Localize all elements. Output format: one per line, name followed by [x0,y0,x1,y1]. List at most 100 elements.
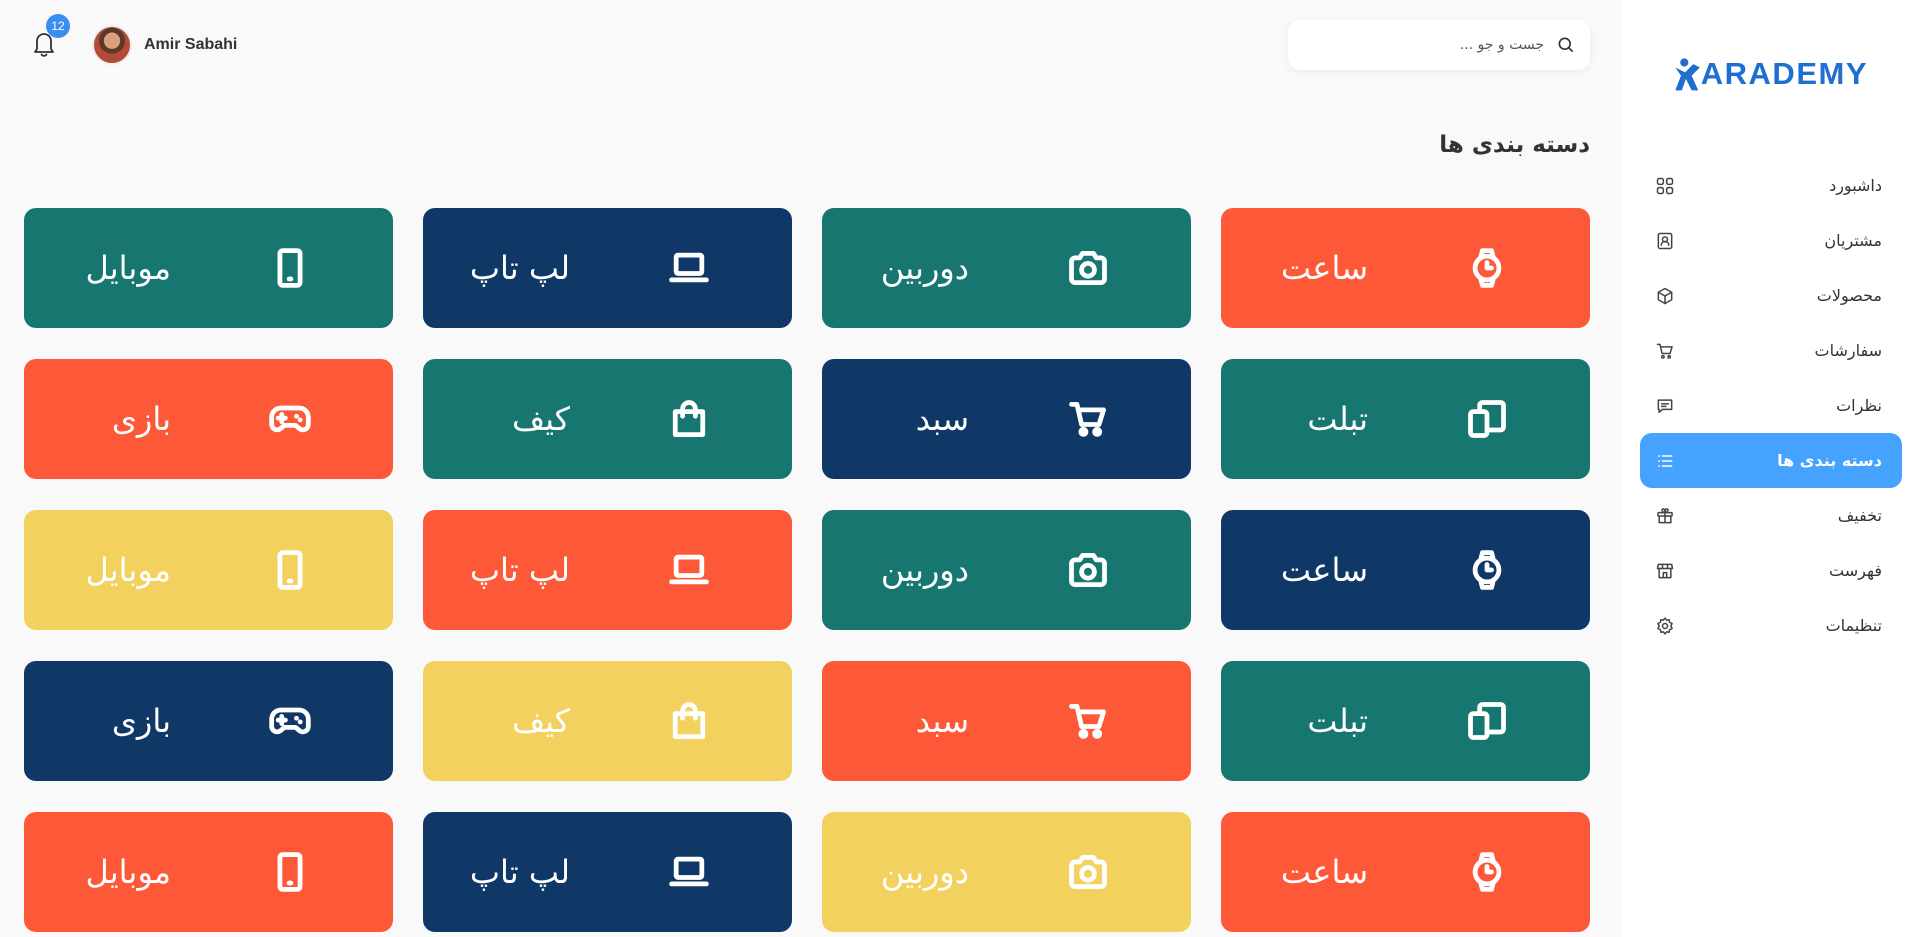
sidebar: ARADEMY داشبورد مشتریان محصولات سفارشات نظرا… [1622,0,1920,937]
category-card[interactable]: کیف [423,359,792,479]
category-card[interactable]: بازی [24,661,393,781]
category-label: موبایل [85,551,171,589]
category-card[interactable]: موبایل [24,510,393,630]
user-profile[interactable]: Amir Sabahi [92,24,237,66]
category-card[interactable]: سبد [822,359,1191,479]
category-card[interactable]: موبایل [24,812,393,932]
bag-icon [666,396,712,442]
watch-icon [1464,245,1510,291]
laptop-icon [666,849,712,895]
sidebar-item-label: تخفیف [1837,506,1882,525]
cart-icon [1065,396,1111,442]
sidebar-item-store[interactable]: فهرست [1640,543,1902,598]
search-icon[interactable] [1556,35,1576,55]
category-label: تبلت [1307,702,1368,740]
avatar[interactable] [92,25,132,65]
sidebar-item-label: داشبورد [1829,176,1882,195]
category-card[interactable]: ساعت [1221,510,1590,630]
category-card[interactable]: موبایل [24,208,393,328]
mobile-icon [267,547,313,593]
category-label: موبایل [85,853,171,891]
category-card[interactable]: لپ تاپ [423,208,792,328]
category-label: ساعت [1280,249,1368,287]
category-card[interactable]: بازی [24,359,393,479]
settings-gear-icon [1654,615,1676,637]
category-label: سبد [915,702,969,740]
contacts-icon [1654,230,1676,252]
sidebar-item-label: مشتریان [1824,231,1882,250]
user-name: Amir Sabahi [144,36,238,53]
watch-icon [1464,547,1510,593]
category-label: ساعت [1280,853,1368,891]
gamepad-icon [267,396,313,442]
gamepad-icon [267,698,313,744]
category-label: سبد [915,400,969,438]
sidebar-item-dashboard-grid[interactable]: داشبورد [1640,158,1902,213]
laptop-icon [666,547,712,593]
category-card[interactable]: دوربین [822,510,1191,630]
category-label: موبایل [85,249,171,287]
sidebar-item-label: محصولات [1816,286,1882,305]
category-card[interactable]: سبد [822,661,1191,781]
category-label: لپ تاپ [469,249,570,287]
sidebar-item-label: سفارشات [1814,341,1882,360]
category-card[interactable]: تبلت [1221,359,1590,479]
category-card[interactable]: لپ تاپ [423,510,792,630]
brand-name: ARADEMY [1700,56,1868,91]
search-input[interactable] [1302,37,1544,53]
sidebar-item-list[interactable]: دسته بندی ها [1640,433,1902,488]
camera-icon [1065,849,1111,895]
sidebar-item-box[interactable]: محصولات [1640,268,1902,323]
dashboard-grid-icon [1654,175,1676,197]
camera-icon [1065,245,1111,291]
category-label: لپ تاپ [469,853,570,891]
sidebar-item-gift[interactable]: تخفیف [1640,488,1902,543]
category-card[interactable]: دوربین [822,208,1191,328]
category-label: کیف [511,400,570,438]
category-card[interactable]: ساعت [1221,208,1590,328]
category-label: بازی [111,702,171,740]
camera-icon [1065,547,1111,593]
category-card[interactable]: کیف [423,661,792,781]
bag-icon [666,698,712,744]
sidebar-item-cart[interactable]: سفارشات [1640,323,1902,378]
laptop-icon [666,245,712,291]
category-card[interactable]: لپ تاپ [423,812,792,932]
sidebar-item-label: تنظیمات [1825,616,1882,635]
category-grid: ساعت دوربین لپ تاپ موبایل تبلت سبد کیف بازی ساعت… [24,208,1590,932]
mobile-icon [267,849,313,895]
category-label: لپ تاپ [469,551,570,589]
page-title: دسته بندی ها [1439,132,1590,158]
sidebar-item-settings-gear[interactable]: تنظیمات [1640,598,1902,653]
category-card[interactable]: دوربین [822,812,1191,932]
sidebar-item-label: دسته بندی ها [1777,451,1882,470]
category-label: تبلت [1307,400,1368,438]
cart-icon [1654,340,1676,362]
sidebar-nav: داشبورد مشتریان محصولات سفارشات نظرات دسته بن… [1640,158,1902,653]
sidebar-item-contacts[interactable]: مشتریان [1640,213,1902,268]
category-label: کیف [511,702,570,740]
watch-icon [1464,849,1510,895]
search-box[interactable] [1288,20,1590,70]
category-label: دوربین [880,249,969,287]
category-card[interactable]: ساعت [1221,812,1590,932]
tablet-icon [1464,396,1510,442]
sidebar-item-label: فهرست [1829,561,1882,580]
sidebar-item-comment[interactable]: نظرات [1640,378,1902,433]
box-icon [1654,285,1676,307]
brand-logo[interactable]: ARADEMY [1672,52,1868,96]
notification-bell[interactable]: 12 [30,14,70,60]
category-card[interactable]: تبلت [1221,661,1590,781]
sidebar-item-label: نظرات [1836,396,1882,415]
gift-icon [1654,505,1676,527]
category-label: دوربین [880,853,969,891]
mobile-icon [267,245,313,291]
category-label: ساعت [1280,551,1368,589]
category-label: دوربین [880,551,969,589]
cart-icon [1065,698,1111,744]
tablet-icon [1464,698,1510,744]
store-icon [1654,560,1676,582]
notification-badge: 12 [46,14,70,38]
comment-icon [1654,395,1676,417]
category-label: بازی [111,400,171,438]
